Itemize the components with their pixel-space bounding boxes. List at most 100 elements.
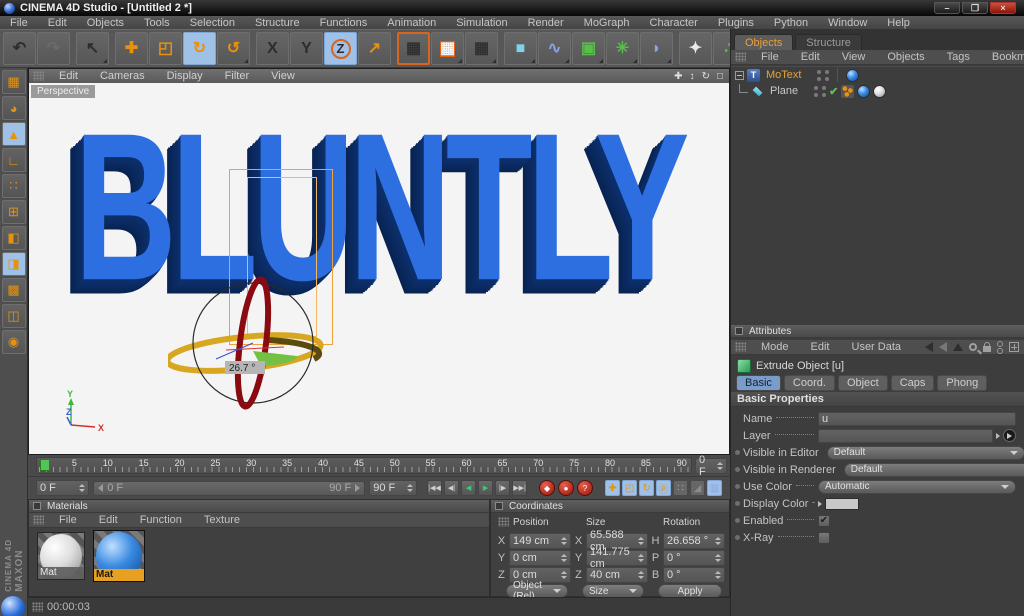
axis-mode-button[interactable]: ▲: [1, 122, 26, 146]
panel-dock-icon[interactable]: [495, 502, 503, 510]
spinner[interactable]: [404, 484, 414, 492]
texture-mode-button[interactable]: ▩: [1, 278, 26, 302]
rotation-b-field[interactable]: 0 °: [663, 567, 725, 583]
spinner[interactable]: [712, 571, 721, 579]
timeline-ruler[interactable]: 0 5 10 15 20 25 30 35 40 45 50 55: [36, 457, 692, 474]
keyframe-options-button[interactable]: ?: [577, 480, 594, 496]
attribute-tab[interactable]: Coord.: [783, 375, 835, 391]
timeline-scrollbar[interactable]: 0 F 90 F: [93, 480, 366, 496]
position-y-field[interactable]: 0 cm: [509, 550, 571, 566]
viewport-pan-icon[interactable]: ✚: [674, 71, 682, 82]
menubar-item[interactable]: Character: [640, 17, 708, 29]
xray-checkbox[interactable]: [818, 531, 830, 544]
rotate-button[interactable]: ↻: [183, 32, 216, 65]
material-thumbnail-blue-selected[interactable]: Mat: [93, 530, 145, 582]
object-name-plane[interactable]: Plane: [767, 85, 801, 97]
menubar-item[interactable]: Animation: [377, 17, 446, 29]
spinner[interactable]: [635, 571, 644, 579]
redo-button[interactable]: ↷: [37, 32, 70, 65]
attributes-menu-item[interactable]: Mode: [750, 341, 800, 353]
material-tag-blue[interactable]: [846, 68, 860, 82]
menubar-item[interactable]: Plugins: [708, 17, 764, 29]
basic-properties-section-header[interactable]: Basic Properties: [731, 392, 1024, 407]
rotation-gizmo[interactable]: 26.7 °: [168, 261, 338, 431]
coordinates-panel-header[interactable]: Coordinates: [491, 500, 729, 513]
panel-dock-icon[interactable]: [735, 327, 743, 335]
history-back-icon[interactable]: [925, 342, 933, 352]
object-row-plane[interactable]: Plane ✔: [731, 83, 1024, 99]
pla-key-toggle[interactable]: ∷: [673, 480, 689, 496]
autokey-button[interactable]: ●: [558, 480, 575, 496]
move-button[interactable]: ✚: [115, 32, 148, 65]
play-backward-button[interactable]: ◀: [461, 480, 477, 496]
viewport-menu-item[interactable]: Cameras: [89, 70, 156, 82]
minimize-button[interactable]: –: [934, 2, 960, 14]
scale-button[interactable]: ◰: [149, 32, 182, 65]
coordinate-mode-select[interactable]: Object (Rel): [506, 580, 568, 602]
menubar-item[interactable]: Python: [764, 17, 818, 29]
add-panel-icon[interactable]: [1009, 342, 1019, 352]
layer-browser-icon[interactable]: [1003, 429, 1016, 442]
panel-grip[interactable]: [735, 52, 746, 62]
motext-3d-text[interactable]: BLUNTLY: [43, 88, 715, 329]
attributes-panel-header[interactable]: Attributes: [731, 325, 1024, 338]
materials-menu-item[interactable]: Function: [129, 514, 193, 526]
object-manager-menu-item[interactable]: Objects: [876, 51, 935, 63]
animation-dot-icon[interactable]: [735, 535, 740, 540]
add-mograph-button[interactable]: ✳: [606, 32, 639, 65]
scale-key-toggle[interactable]: ◰: [622, 480, 638, 496]
menubar-item[interactable]: Tools: [134, 17, 180, 29]
phong-tag-icon[interactable]: [841, 84, 855, 98]
viewport-menu-item[interactable]: View: [260, 70, 306, 82]
goto-end-button[interactable]: ▶▶|: [512, 480, 528, 496]
material-thumbnail-white[interactable]: Mat: [37, 532, 85, 580]
materials-menu-item[interactable]: Texture: [193, 514, 251, 526]
panel-grip[interactable]: [33, 71, 44, 81]
maximize-button[interactable]: ❐: [962, 2, 988, 14]
menubar-item[interactable]: Edit: [38, 17, 77, 29]
link-icon[interactable]: [997, 340, 1003, 354]
record-keyframe-button[interactable]: ◆: [539, 480, 556, 496]
make-editable-button[interactable]: ▦: [1, 70, 26, 94]
spinner[interactable]: [712, 537, 721, 545]
menubar-item[interactable]: Structure: [245, 17, 310, 29]
spinner[interactable]: [76, 484, 86, 492]
attribute-tab[interactable]: Object: [837, 375, 888, 391]
object-manager-menu-item[interactable]: Edit: [790, 51, 831, 63]
animation-dot-icon[interactable]: [735, 501, 740, 506]
expand-viewport-button[interactable]: ✦: [679, 32, 712, 65]
apply-button[interactable]: Apply: [658, 584, 722, 598]
object-row-motext[interactable]: T MoText: [731, 67, 1024, 83]
viewport-menu-item[interactable]: Display: [156, 70, 214, 82]
manager-tab[interactable]: Structure: [795, 34, 862, 50]
viewport-canvas[interactable]: Perspective BLUNTLY 26.7 ° Y X Z: [29, 83, 729, 454]
use-color-select[interactable]: Automatic: [818, 479, 1016, 494]
animation-dot-icon[interactable]: [735, 467, 740, 472]
spinner[interactable]: [635, 537, 644, 545]
edges-mode-button[interactable]: ⊞: [1, 200, 26, 224]
material-name-label[interactable]: Mat: [38, 567, 84, 579]
object-manager-menu-item[interactable]: Tags: [936, 51, 981, 63]
last-tool-button[interactable]: ↺: [217, 32, 250, 65]
visibility-dots[interactable]: [817, 69, 830, 81]
lock-z-axis-button[interactable]: Z: [324, 32, 357, 65]
render-view-button[interactable]: ▦: [397, 32, 430, 65]
viewport-menu-item[interactable]: Edit: [48, 70, 89, 82]
name-input[interactable]: u: [818, 411, 1016, 426]
add-generator-button[interactable]: ▣: [572, 32, 605, 65]
spinner[interactable]: [558, 537, 567, 545]
size-mode-select[interactable]: Size: [582, 584, 644, 598]
materials-panel-header[interactable]: Materials: [29, 500, 489, 513]
timeline-playhead[interactable]: [40, 459, 50, 471]
range-end-field[interactable]: 90 F: [369, 480, 418, 496]
layer-expand-icon[interactable]: [996, 432, 1000, 439]
undo-button[interactable]: ↶: [3, 32, 36, 65]
manager-tab[interactable]: Objects: [734, 34, 794, 50]
points-mode-button[interactable]: ∷: [1, 174, 26, 198]
panel-grip[interactable]: [32, 602, 43, 612]
parameter-key-toggle[interactable]: Ⓟ: [656, 480, 672, 496]
menubar-item[interactable]: File: [0, 17, 38, 29]
lock-x-axis-button[interactable]: X: [256, 32, 289, 65]
add-primitive-button[interactable]: ■: [504, 32, 537, 65]
deformer-enabled-check[interactable]: ✔: [829, 85, 838, 98]
